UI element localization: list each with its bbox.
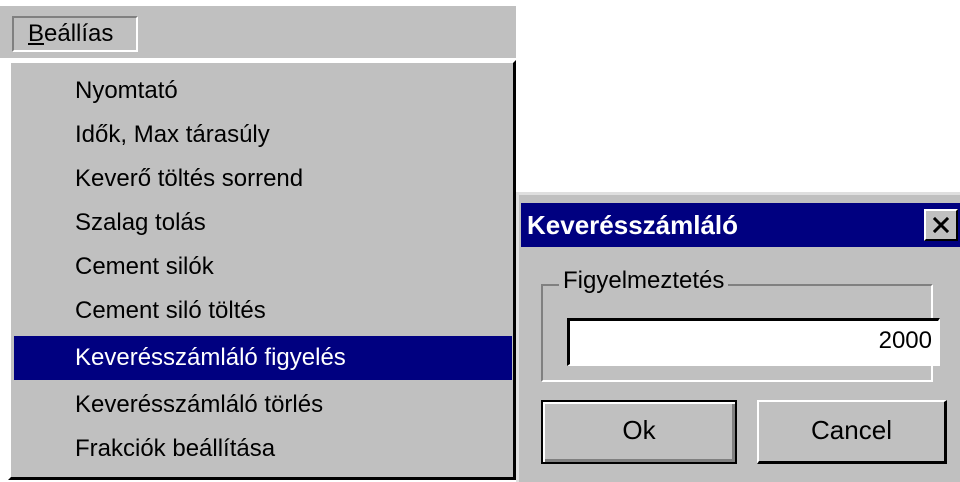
close-icon xyxy=(933,217,949,233)
menu-item-nyomtato[interactable]: Nyomtató xyxy=(14,69,512,113)
menu-item-keveresszamlalo-figyeles[interactable]: Keverésszámláló figyelés xyxy=(14,336,512,380)
cancel-button[interactable]: Cancel xyxy=(757,400,947,464)
menu-bar: Beállías xyxy=(0,6,516,58)
dialog-titlebar[interactable]: Keverésszámláló xyxy=(521,203,960,247)
menu-item-kevero-toltes-sorrend[interactable]: Keverő töltés sorrend xyxy=(14,157,512,201)
dialog-title: Keverésszámláló xyxy=(527,210,739,240)
menu-item-frakciok-beallitasa[interactable]: Frakciók beállítása xyxy=(14,427,512,471)
menu-beallitas-label: eállías xyxy=(44,20,114,47)
menu-item-idok-max-tarasuly[interactable]: Idők, Max tárasúly xyxy=(14,113,512,157)
close-button[interactable] xyxy=(924,209,958,241)
menu-item-szalag-tolas[interactable]: Szalag tolás xyxy=(14,201,512,245)
menu-item-cement-silok[interactable]: Cement silók xyxy=(14,245,512,289)
warning-count-input[interactable]: 2000 xyxy=(567,318,940,366)
menu-item-keveresszamlalo-torles[interactable]: Keverésszámláló törlés xyxy=(14,383,512,427)
menu-item-cement-silo-toltes[interactable]: Cement siló töltés xyxy=(14,289,512,333)
menu-beallitas[interactable]: Beállías xyxy=(12,16,138,52)
ok-button[interactable]: Ok xyxy=(541,400,737,464)
beallitas-dropdown-menu: Nyomtató Idők, Max tárasúly Keverő tölté… xyxy=(8,60,516,480)
menu-beallitas-accesskey: B xyxy=(28,20,45,47)
keveresszamlalo-dialog: Keverésszámláló Figyelmeztetés 2000 Ok C… xyxy=(516,192,960,482)
groupbox-label: Figyelmeztetés xyxy=(559,267,729,295)
